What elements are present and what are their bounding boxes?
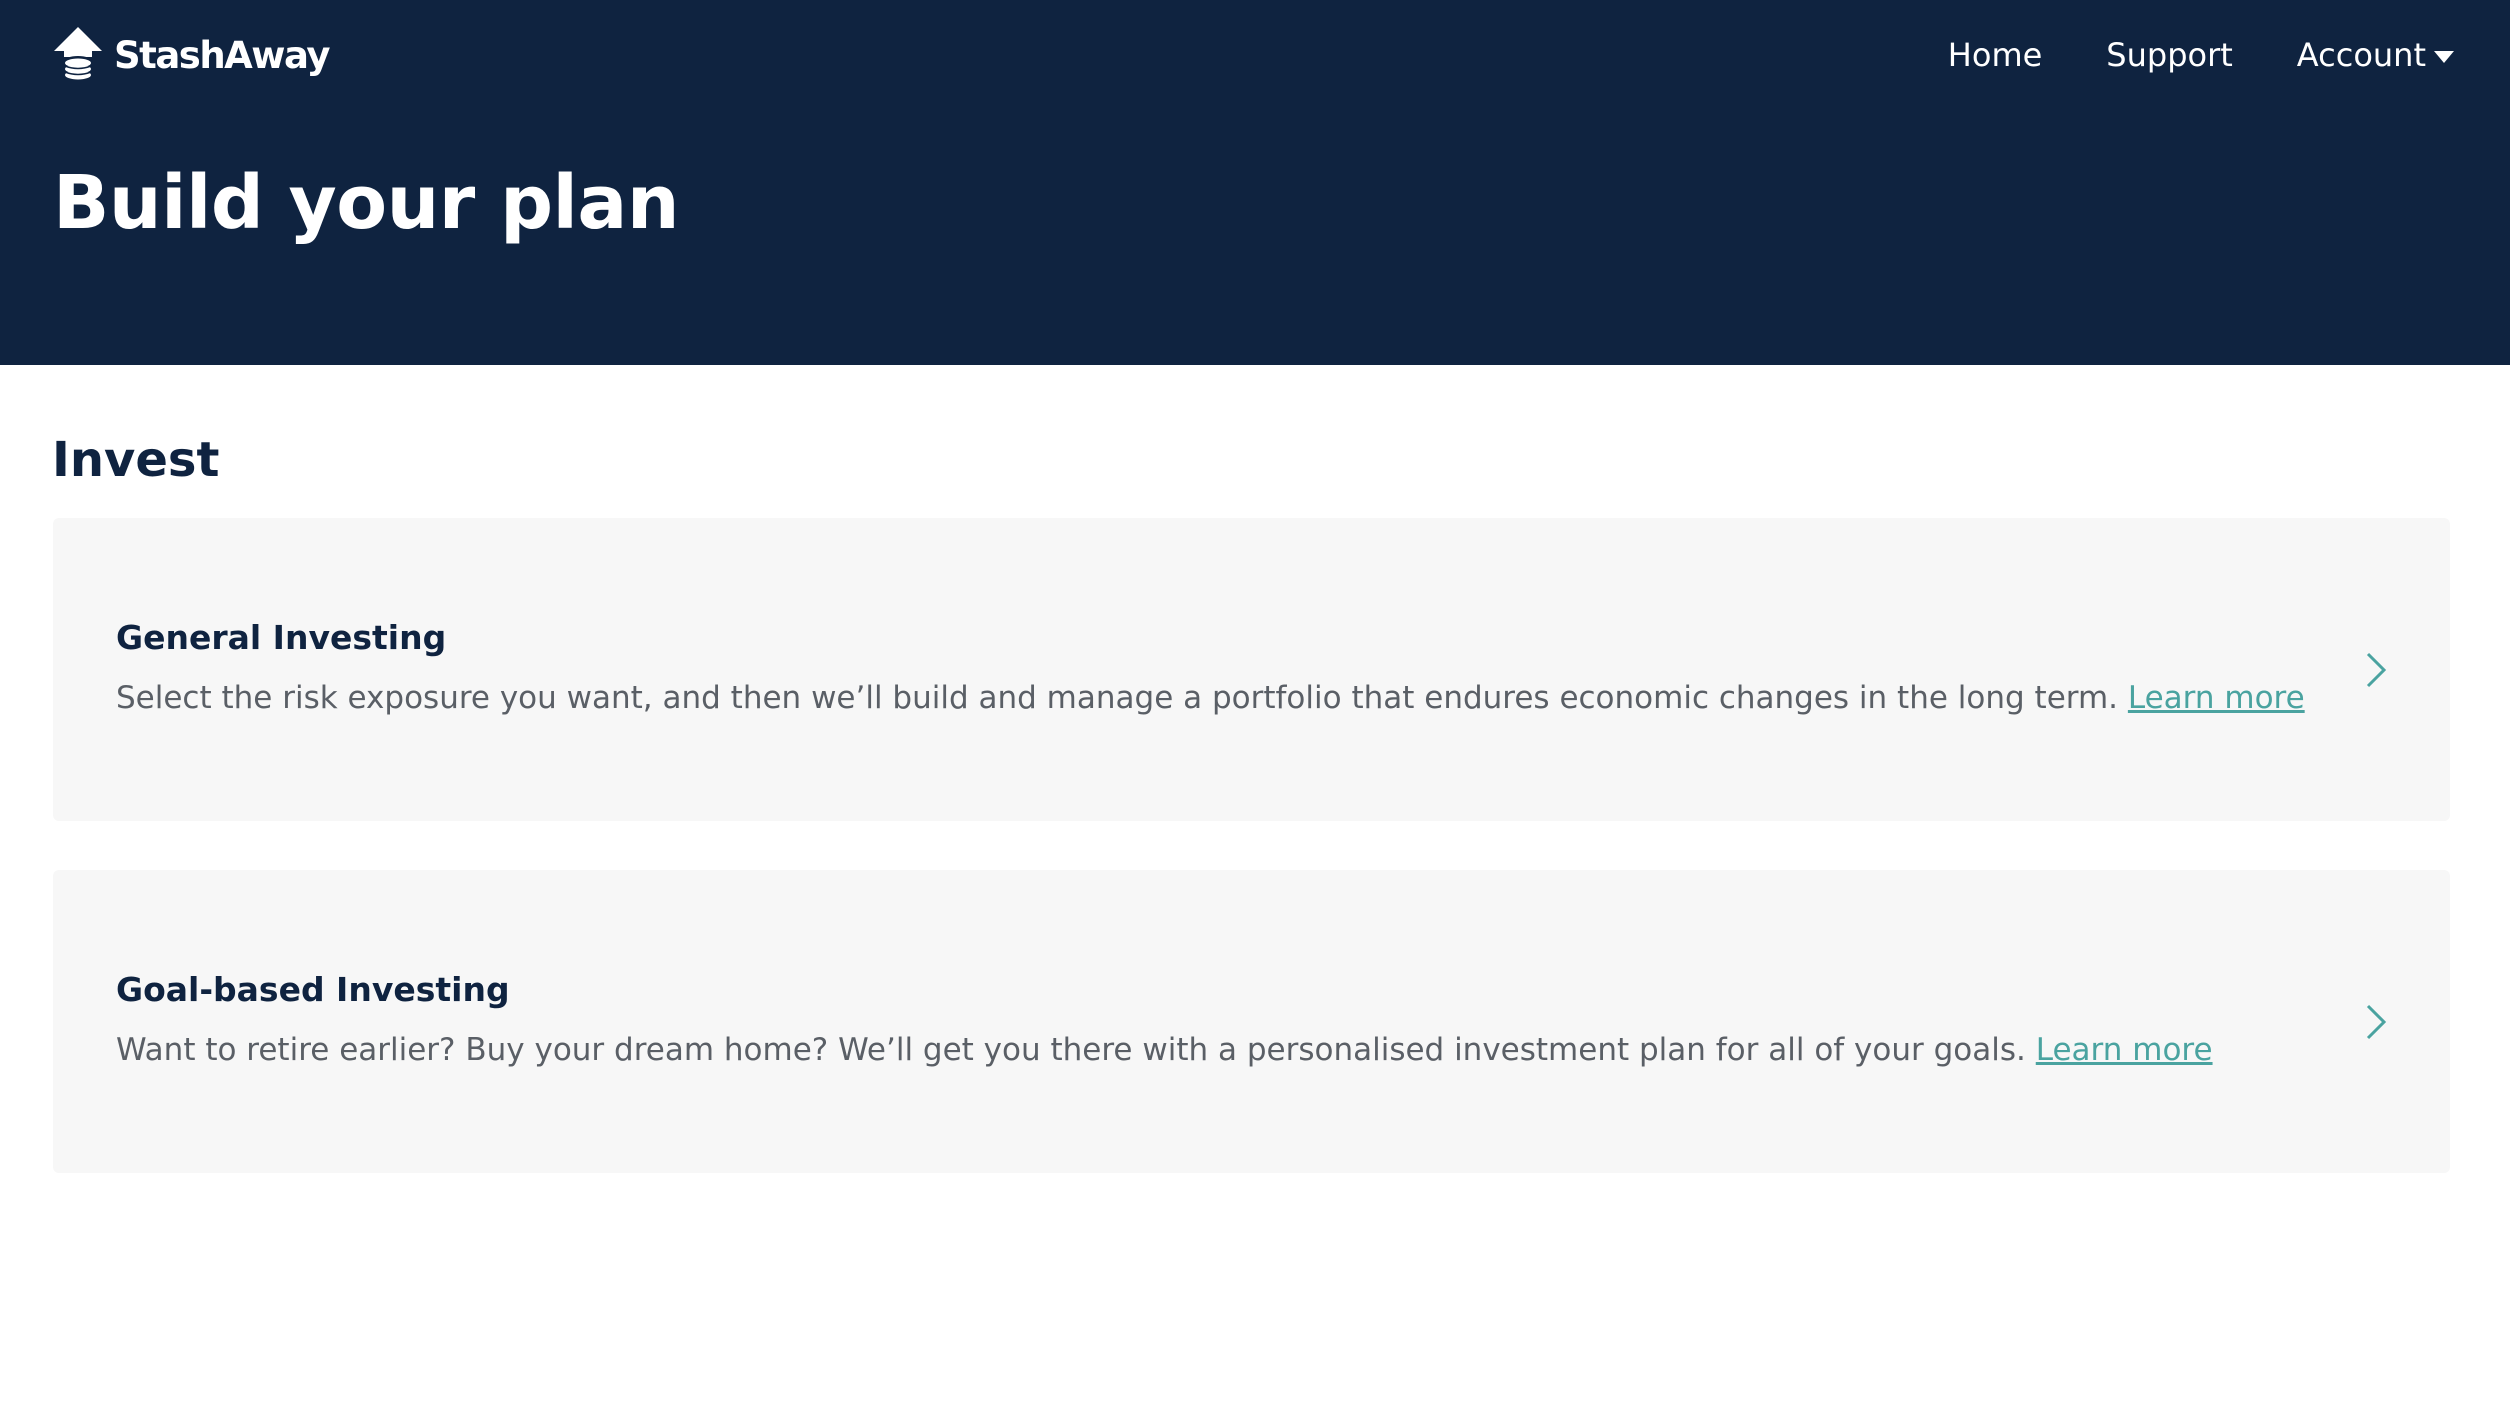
chevron-right-icon: [2366, 1004, 2387, 1040]
logo-house-icon: [54, 27, 102, 80]
nav-support[interactable]: Support: [2106, 36, 2233, 74]
logo[interactable]: StashAway: [52, 24, 330, 86]
caret-down-icon: [2434, 51, 2454, 63]
card-description: Select the risk exposure you want, and t…: [116, 680, 2305, 716]
page-title: Build your plan: [53, 160, 680, 246]
card-general-investing[interactable]: General Investing Select the risk exposu…: [53, 518, 2450, 821]
card-title: General Investing: [116, 618, 447, 657]
section-title-invest: Invest: [52, 432, 220, 488]
nav-account-label: Account: [2296, 36, 2426, 74]
card-title: Goal-based Investing: [116, 970, 510, 1009]
learn-more-link[interactable]: Learn more: [2128, 680, 2305, 716]
card-description-text: Want to retire earlier? Buy your dream h…: [116, 1032, 2026, 1068]
card-goal-based-investing[interactable]: Goal-based Investing Want to retire earl…: [53, 870, 2450, 1173]
chevron-right-icon: [2366, 652, 2387, 688]
logo-text: StashAway: [114, 33, 330, 77]
main-nav: Home Support Account: [1948, 36, 2454, 74]
top-header: StashAway Home Support Account Build you…: [0, 0, 2510, 365]
nav-account[interactable]: Account: [2297, 36, 2454, 74]
learn-more-link[interactable]: Learn more: [2036, 1032, 2213, 1068]
card-description: Want to retire earlier? Buy your dream h…: [116, 1032, 2213, 1068]
card-description-text: Select the risk exposure you want, and t…: [116, 680, 2119, 716]
nav-home[interactable]: Home: [1948, 36, 2043, 74]
